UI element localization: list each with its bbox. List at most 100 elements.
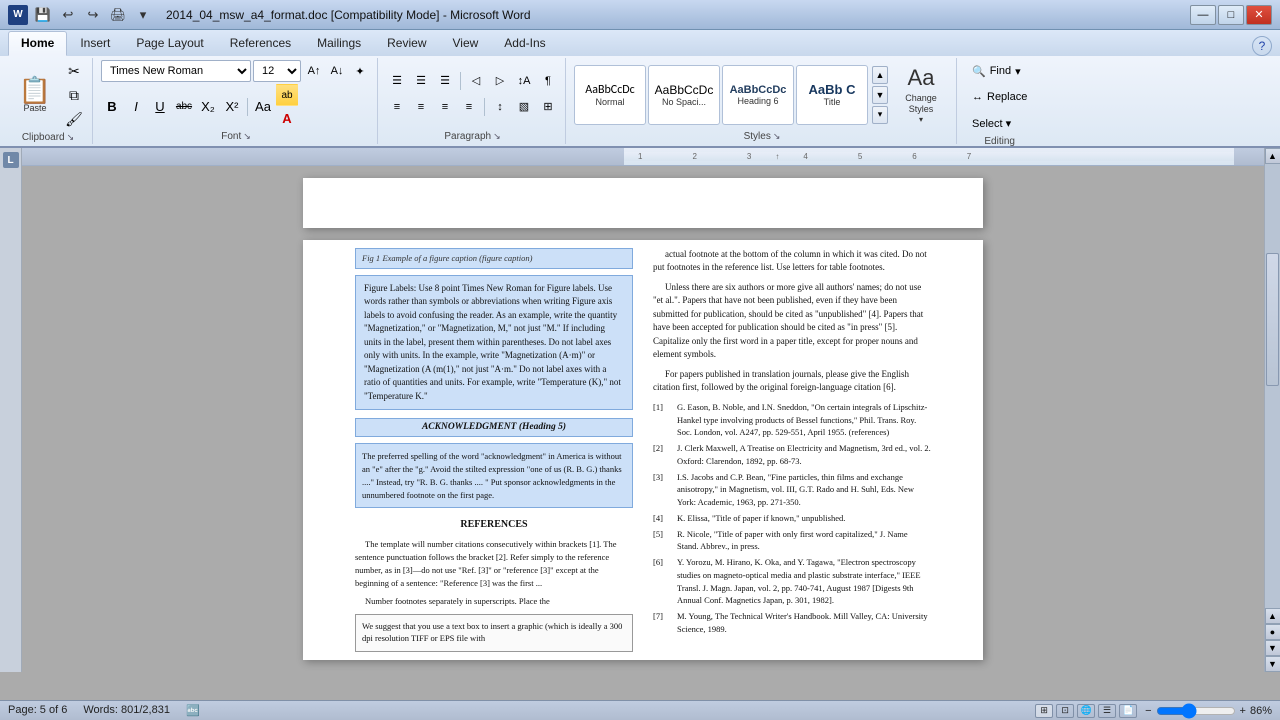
- ref-item-2: [2] J. Clerk Maxwell, A Treatise on Elec…: [653, 442, 931, 468]
- customize-quick-btn[interactable]: ▾: [132, 5, 154, 25]
- scroll-prev-page-button[interactable]: ▲: [1265, 608, 1280, 624]
- clipboard-expand[interactable]: ↘: [67, 132, 75, 143]
- increase-font-size-button[interactable]: A↑: [303, 60, 325, 82]
- print-quick-btn[interactable]: 🖨: [107, 5, 129, 25]
- redo-quick-btn[interactable]: ↪: [82, 5, 104, 25]
- ref-text-5: R. Nicole, "Title of paper with only fir…: [677, 528, 931, 554]
- ref-item-7: [7] M. Young, The Technical Writer's Han…: [653, 610, 931, 636]
- highlighted-body: Figure Labels: Use 8 point Times New Rom…: [355, 275, 633, 411]
- vertical-scrollbar[interactable]: ▲ ▲ ● ▼ ▼: [1264, 148, 1280, 672]
- zoom-slider[interactable]: [1156, 706, 1236, 716]
- zoom-minus-btn[interactable]: −: [1145, 705, 1151, 717]
- acknowledgment-text: The preferred spelling of the word "ackn…: [362, 450, 626, 501]
- italic-button[interactable]: I: [125, 96, 147, 118]
- decrease-indent-button[interactable]: ◁: [465, 70, 487, 92]
- ref-num-7: [7]: [653, 610, 673, 636]
- borders-button[interactable]: ⊞: [537, 96, 559, 118]
- align-left-button[interactable]: ≡: [386, 96, 408, 118]
- minimize-button[interactable]: —: [1190, 5, 1216, 25]
- outline-view-btn[interactable]: ☰: [1098, 704, 1116, 718]
- styles-scroll-more[interactable]: ▾: [872, 106, 888, 124]
- cut-button[interactable]: ✂: [62, 60, 86, 82]
- scroll-select-button[interactable]: ●: [1265, 624, 1280, 640]
- font-size-select[interactable]: 12: [253, 60, 301, 82]
- ref-num-6: [6]: [653, 556, 673, 607]
- change-styles-button[interactable]: Aa ChangeStyles ▾: [892, 65, 950, 125]
- style-normal[interactable]: AaBbCcDc Normal: [574, 65, 646, 125]
- superscript-button[interactable]: X²: [221, 96, 243, 118]
- multilevel-button[interactable]: ☰: [434, 70, 456, 92]
- language-status: 🔤: [186, 704, 200, 717]
- web-layout-view-btn[interactable]: 🌐: [1077, 704, 1095, 718]
- subscript-button[interactable]: X₂: [197, 96, 219, 118]
- undo-quick-btn[interactable]: ↩: [57, 5, 79, 25]
- clipboard-group: 📋 Paste ✂ ⧉ 🖌 Clipboard ↘: [4, 58, 93, 144]
- view-buttons: ⊞ ⊡ 🌐 ☰ 📄: [1035, 704, 1137, 718]
- paragraph-expand[interactable]: ↘: [493, 131, 501, 142]
- scroll-next-page-button[interactable]: ▼: [1265, 640, 1280, 656]
- align-center-button[interactable]: ≡: [410, 96, 432, 118]
- clear-format-button[interactable]: ✦: [349, 60, 371, 82]
- decrease-font-size-button[interactable]: A↓: [326, 60, 348, 82]
- tab-review[interactable]: Review: [374, 31, 439, 56]
- format-painter-button[interactable]: 🖌: [62, 108, 86, 130]
- sort-button[interactable]: ↕A: [513, 70, 535, 92]
- tab-mailings[interactable]: Mailings: [304, 31, 374, 56]
- maximize-button[interactable]: □: [1218, 5, 1244, 25]
- style-heading6[interactable]: AaBbCcDc Heading 6: [722, 65, 794, 125]
- tab-references[interactable]: References: [217, 31, 304, 56]
- style-title[interactable]: AaBb C Title: [796, 65, 868, 125]
- shading-button[interactable]: ▧: [513, 96, 535, 118]
- select-button[interactable]: Select ▾: [965, 112, 1018, 134]
- close-button[interactable]: ✕: [1246, 5, 1272, 25]
- replace-button[interactable]: ↔ Replace: [965, 86, 1034, 108]
- font-expand[interactable]: ↘: [243, 131, 251, 142]
- document-scroll-area[interactable]: 1 2 3 ↑ 4 5 6 7: [22, 148, 1264, 672]
- ref-text-3: I.S. Jacobs and C.P. Bean, "Fine particl…: [677, 471, 931, 509]
- scroll-up-button[interactable]: ▲: [1265, 148, 1280, 164]
- zoom-plus-btn[interactable]: +: [1240, 705, 1246, 717]
- scroll-thumb[interactable]: [1266, 253, 1279, 386]
- strikethrough-button[interactable]: abc: [173, 96, 195, 118]
- styles-expand[interactable]: ↘: [773, 131, 781, 142]
- save-quick-btn[interactable]: 💾: [32, 5, 54, 25]
- styles-scroll-up[interactable]: ▲: [872, 66, 888, 84]
- main-page[interactable]: Fig 1 Example of a figure caption (figur…: [303, 240, 983, 660]
- style-heading6-preview: AaBbCcDc: [730, 84, 787, 96]
- full-screen-view-btn[interactable]: ⊡: [1056, 704, 1074, 718]
- change-case-button[interactable]: Aa: [252, 96, 274, 118]
- print-layout-view-btn[interactable]: ⊞: [1035, 704, 1053, 718]
- tab-page-layout[interactable]: Page Layout: [123, 31, 216, 56]
- scroll-down-button[interactable]: ▼: [1265, 656, 1280, 672]
- scroll-track[interactable]: [1265, 164, 1280, 608]
- find-button[interactable]: 🔍 Find ▾: [965, 60, 1028, 82]
- ref-item-3: [3] I.S. Jacobs and C.P. Bean, "Fine par…: [653, 471, 931, 509]
- justify-button[interactable]: ≡: [458, 96, 480, 118]
- style-no-spacing[interactable]: AaBbCcDc No Spaci...: [648, 65, 720, 125]
- tab-add-ins[interactable]: Add-Ins: [491, 31, 558, 56]
- highlight-button[interactable]: ab: [276, 84, 298, 106]
- ref-num-1: [1]: [653, 401, 673, 439]
- font-color-button[interactable]: A: [276, 107, 298, 129]
- copy-button[interactable]: ⧉: [62, 84, 86, 106]
- increase-indent-button[interactable]: ▷: [489, 70, 511, 92]
- show-hide-button[interactable]: ¶: [537, 70, 559, 92]
- acknowledgment-heading: ACKNOWLEDGMENT (Heading 5): [355, 418, 633, 437]
- help-button[interactable]: ?: [1252, 36, 1272, 56]
- tab-insert[interactable]: Insert: [67, 31, 123, 56]
- bold-button[interactable]: B: [101, 96, 123, 118]
- line-spacing-button[interactable]: ↕: [489, 96, 511, 118]
- styles-scroll-down[interactable]: ▼: [872, 86, 888, 104]
- tab-view[interactable]: View: [440, 31, 492, 56]
- paragraph-label: Paragraph: [444, 131, 491, 142]
- ref-item-1: [1] G. Eason, B. Noble, and I.N. Sneddon…: [653, 401, 931, 439]
- underline-button[interactable]: U: [149, 96, 171, 118]
- bullets-button[interactable]: ☰: [386, 70, 408, 92]
- align-right-button[interactable]: ≡: [434, 96, 456, 118]
- references-heading: REFERENCES: [355, 518, 633, 532]
- tab-home[interactable]: Home: [8, 31, 67, 56]
- font-name-select[interactable]: Times New Roman: [101, 60, 251, 82]
- draft-view-btn[interactable]: 📄: [1119, 704, 1137, 718]
- numbering-button[interactable]: ☰: [410, 70, 432, 92]
- paste-button[interactable]: 📋 Paste: [10, 69, 60, 121]
